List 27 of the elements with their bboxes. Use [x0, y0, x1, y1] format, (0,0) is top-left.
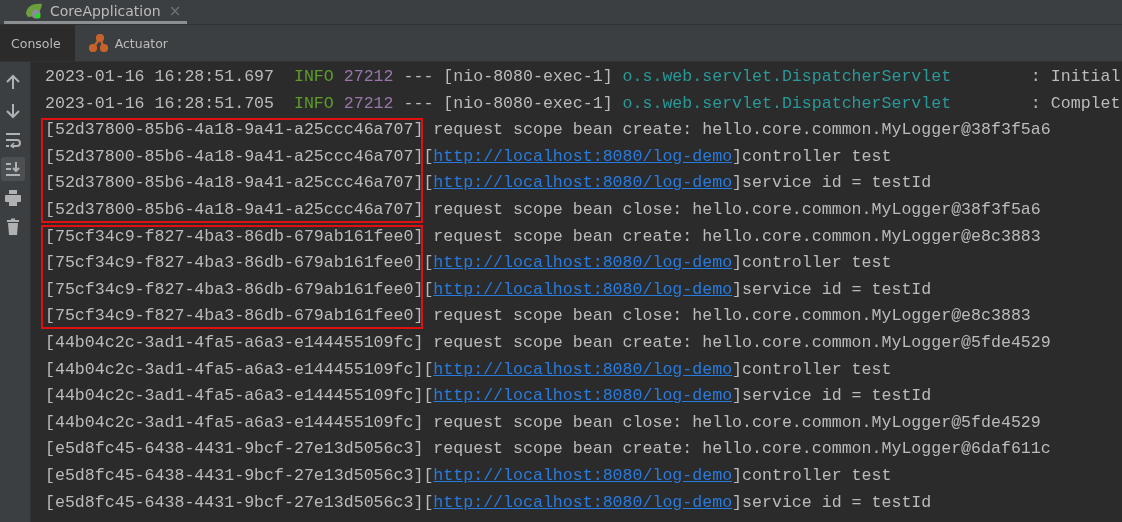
network-icon [88, 34, 109, 52]
log-line: [44b04c2c-3ad1-4fa5-a6a3-e144455109fc] request scope bean create: hello.core.common.MyLogger@5fde4529 [45, 331, 1052, 354]
scroll-to-end-icon[interactable] [1, 157, 25, 181]
run-tab-title: CoreApplication [50, 2, 161, 19]
log-link[interactable]: http://localhost:8080/log-demo [433, 146, 733, 166]
log-line: [52d37800-85b6-4a18-9a41-a25ccc46a707] request scope bean create: hello.core.common.MyLogger@38f3f5a6 [45, 119, 1052, 142]
log-line: [e5d8fc45-6438-4431-9bcf-27e13d5056c3] request scope bean create: hello.core.common.MyLogger@6daf611c [45, 438, 1052, 461]
log-link[interactable]: http://localhost:8080/log-demo [433, 492, 733, 512]
tab[interactable]: Actuator [74, 25, 182, 61]
log-line: [44b04c2c-3ad1-4fa5-a6a3-e144455109fc] request scope bean close: hello.core.common.MyLogger@5fde4529 [45, 411, 1042, 434]
log-link[interactable]: http://localhost:8080/log-demo [433, 359, 733, 379]
log-line: 2023-01-16 16:28:51.705 INFO 27212 --- [nio-8080-exec-1] o.s.web.servlet.DispatcherServlet : Complet [45, 92, 1122, 115]
log-link[interactable]: http://localhost:8080/log-demo [433, 253, 733, 273]
log-line: 2023-01-16 16:28:51.697 INFO 27212 --- [nio-8080-exec-1] o.s.web.servlet.DispatcherServlet : Initial [45, 66, 1122, 88]
tab[interactable]: Console [0, 25, 75, 61]
log-line: [75cf34c9-f827-4ba3-86db-679ab161fee0] request scope bean create: hello.core.common.MyLogger@e8c3883 [45, 225, 1042, 248]
log-line: [52d37800-85b6-4a18-9a41-a25ccc46a707] request scope bean close: hello.core.common.MyLogger@38f3f5a6 [45, 198, 1042, 221]
log-line: [44b04c2c-3ad1-4fa5-a6a3-e144455109fc][http://localhost:8080/log-demo]controller test [45, 358, 893, 381]
log-link[interactable]: http://localhost:8080/log-demo [433, 173, 733, 193]
close-icon[interactable]: × [168, 1, 182, 20]
log-line: [44b04c2c-3ad1-4fa5-a6a3-e144455109fc][http://localhost:8080/log-demo]service id = testId [45, 385, 933, 408]
log-link[interactable]: http://localhost:8080/log-demo [433, 279, 733, 299]
log-link[interactable]: http://localhost:8080/log-demo [433, 465, 733, 485]
log-link[interactable]: http://localhost:8080/log-demo [433, 386, 733, 406]
log-line: [e5d8fc45-6438-4431-9bcf-27e13d5056c3][http://localhost:8080/log-demo]controller test [45, 464, 893, 487]
log-line: [75cf34c9-f827-4ba3-86db-679ab161fee0] request scope bean close: hello.core.common.MyLogger@e8c3883 [45, 305, 1032, 328]
log-line: [e5d8fc45-6438-4431-9bcf-27e13d5056c3][http://localhost:8080/log-demo]service id = testId [45, 491, 933, 514]
